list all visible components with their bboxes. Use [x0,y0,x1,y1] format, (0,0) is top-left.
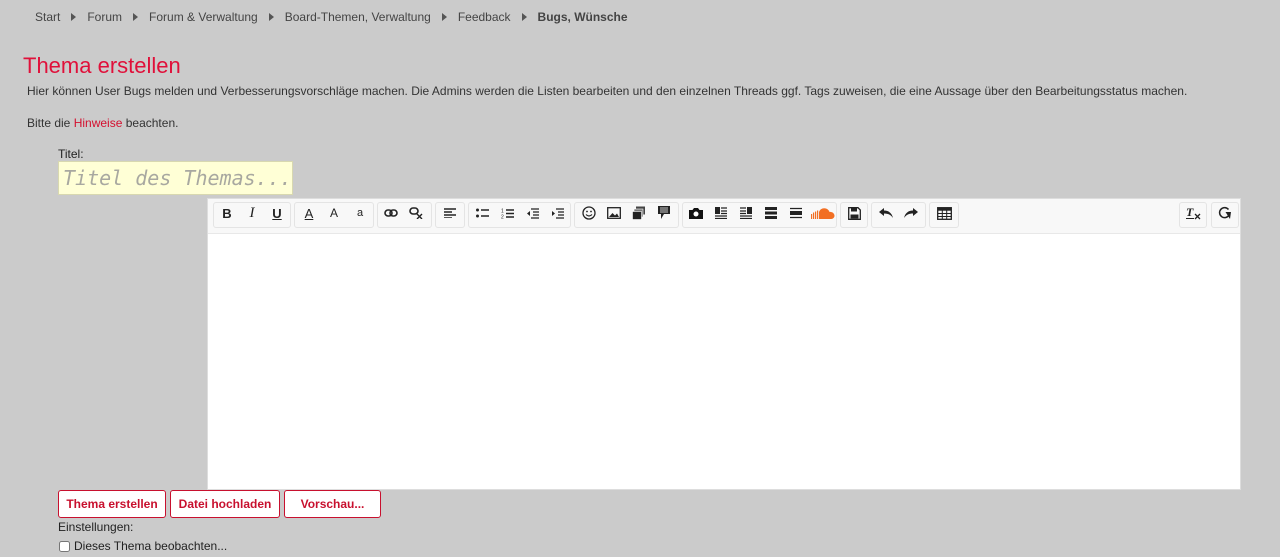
breadcrumb-current: Bugs, Wünsche [537,10,628,24]
svg-text:T: T [1186,206,1194,219]
numbered-list-icon[interactable]: 12 [496,202,518,224]
link-icon[interactable] [380,202,402,224]
breadcrumb-link-start[interactable]: Start [35,10,60,24]
title-input[interactable] [58,161,293,195]
breadcrumb-item[interactable]: Board-Themen, Verwaltung [285,10,458,24]
image-icon[interactable] [603,202,625,224]
italic-button[interactable]: I [241,202,263,224]
breadcrumb-arrow-icon [71,13,77,21]
editor-toolbar: B I U A A a 12 T [208,199,1240,234]
breadcrumb: Start Forum Forum & Verwaltung Board-The… [35,10,628,24]
breadcrumb-arrow-icon [441,13,447,21]
gallery-icon[interactable] [628,202,650,224]
redo-icon[interactable] [900,202,922,224]
unlink-icon[interactable] [405,202,427,224]
page-title: Thema erstellen [23,53,181,78]
svg-text:2: 2 [501,214,504,219]
block-full-icon[interactable] [760,202,782,224]
toggle-source-icon[interactable] [1214,202,1236,224]
breadcrumb-link-forum[interactable]: Forum [87,10,122,24]
hint-text: Bitte die Hinweise beachten. [27,116,178,130]
align-left-icon[interactable] [439,202,461,224]
preview-button[interactable]: Vorschau... [284,490,381,518]
breadcrumb-arrow-icon [268,13,274,21]
breadcrumb-item[interactable]: Forum & Verwaltung [149,10,285,24]
create-thread-button[interactable]: Thema erstellen [58,490,166,518]
watch-thread-checkbox[interactable] [59,540,70,552]
editor-content-area[interactable] [208,234,1240,489]
underline-button[interactable]: U [266,202,288,224]
soundcloud-icon[interactable] [810,202,836,224]
page-description: Hier können User Bugs melden und Verbess… [27,84,1188,98]
breadcrumb-item[interactable]: Forum [87,10,149,24]
bullet-list-icon[interactable] [471,202,493,224]
bold-button[interactable]: B [216,202,238,224]
spoiler-icon[interactable] [785,202,807,224]
watch-thread-option[interactable]: Dieses Thema beobachten... [59,539,227,553]
save-icon[interactable] [843,202,865,224]
title-label: Titel: [58,147,84,161]
font-family-button[interactable]: a [349,202,371,224]
undo-icon[interactable] [875,202,897,224]
breadcrumb-arrow-icon [133,13,139,21]
camera-icon[interactable] [685,202,707,224]
font-color-button[interactable]: A [298,202,320,224]
outdent-icon[interactable] [521,202,543,224]
upload-file-button[interactable]: Datei hochladen [170,490,280,518]
hint-link[interactable]: Hinweise [74,116,123,130]
breadcrumb-link-board-themen[interactable]: Board-Themen, Verwaltung [285,10,431,24]
block-right-icon[interactable] [735,202,757,224]
rich-text-editor: B I U A A a 12 T [207,198,1241,490]
breadcrumb-link-feedback[interactable]: Feedback [458,10,511,24]
block-left-icon[interactable] [710,202,732,224]
breadcrumb-item[interactable]: Start [35,10,87,24]
remove-format-icon[interactable]: T [1182,202,1204,224]
indent-icon[interactable] [546,202,568,224]
settings-label: Einstellungen: [58,520,134,534]
hint-after: beachten. [125,116,179,130]
font-size-button[interactable]: A [323,202,345,224]
table-icon[interactable] [933,202,955,224]
breadcrumb-arrow-icon [521,13,527,21]
hint-before: Bitte die [27,116,71,130]
quote-icon[interactable] [653,202,675,224]
breadcrumb-link-forum-verwaltung[interactable]: Forum & Verwaltung [149,10,258,24]
breadcrumb-item[interactable]: Feedback [458,10,538,24]
watch-thread-label: Dieses Thema beobachten... [74,539,228,553]
smiley-icon[interactable] [578,202,600,224]
